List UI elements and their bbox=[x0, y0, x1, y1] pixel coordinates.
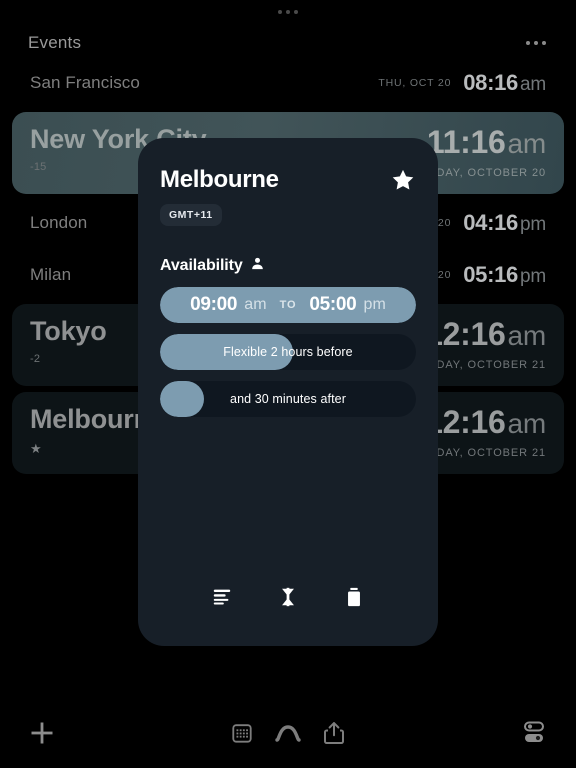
time-range-separator: TO bbox=[279, 299, 297, 311]
city-meridiem: am bbox=[520, 74, 546, 95]
timezone-badge: GMT+11 bbox=[160, 204, 222, 226]
trash-icon[interactable] bbox=[343, 586, 365, 608]
city-name: Milan bbox=[30, 265, 72, 284]
flexible-after-label: and 30 minutes after bbox=[230, 392, 346, 406]
flexible-after-slider[interactable]: and 30 minutes after bbox=[160, 381, 416, 417]
end-time: 05:00 bbox=[309, 294, 357, 315]
modal-action-bar bbox=[138, 586, 438, 608]
city-meridiem: pm bbox=[520, 214, 546, 235]
city-offset: -2 bbox=[30, 353, 41, 365]
flexible-before-label: Flexible 2 hours before bbox=[223, 345, 353, 359]
city-row-left: San Francisco bbox=[30, 73, 140, 93]
city-time: 05:16 bbox=[463, 262, 518, 287]
collapse-vertical-icon[interactable] bbox=[277, 586, 299, 608]
city-meridiem: pm bbox=[520, 266, 546, 287]
person-icon bbox=[250, 256, 265, 276]
bottom-center-actions bbox=[0, 721, 576, 745]
availability-header: Availability bbox=[160, 256, 416, 276]
calendar-icon[interactable] bbox=[231, 722, 253, 744]
settings-sliders-icon[interactable] bbox=[520, 720, 548, 746]
start-time: 09:00 bbox=[190, 294, 238, 315]
time-range-label: 09:00 am TO 05:00 pm bbox=[160, 287, 416, 323]
city-name: San Francisco bbox=[30, 73, 140, 92]
city-detail-modal: Melbourne GMT+11 Availability 09:00 am TO… bbox=[138, 138, 438, 646]
city-time-line: THU, OCT 20 08:16 am bbox=[378, 70, 546, 96]
app-root: Events San Francisco THU, OCT 20 08:16 am Ne… bbox=[0, 0, 576, 768]
drag-dots-icon[interactable] bbox=[0, 4, 576, 20]
city-time: 11:16 bbox=[426, 124, 506, 160]
city-name: London bbox=[30, 213, 88, 232]
modal-title: Melbourne bbox=[160, 166, 279, 193]
availability-time-range-slider[interactable]: 09:00 am TO 05:00 pm bbox=[160, 287, 416, 323]
city-row-right: THU, OCT 20 08:16 am bbox=[378, 70, 546, 96]
page-header: Events bbox=[0, 26, 576, 60]
city-row-left: Tokyo -2 bbox=[30, 316, 107, 365]
city-date-short: THU, OCT 20 bbox=[378, 77, 452, 89]
more-horizontal-icon[interactable] bbox=[524, 35, 548, 51]
start-meridiem: am bbox=[244, 296, 267, 313]
end-meridiem: pm bbox=[363, 296, 386, 313]
bottom-toolbar bbox=[0, 698, 576, 768]
page-title: Events bbox=[28, 33, 82, 52]
city-name: Tokyo bbox=[30, 316, 107, 346]
city-time: 04:16 bbox=[463, 210, 518, 235]
city-meridiem: am bbox=[507, 320, 547, 351]
plus-icon[interactable] bbox=[28, 719, 56, 747]
city-row-left: London bbox=[30, 213, 87, 233]
city-meridiem: am bbox=[507, 128, 547, 159]
city-time-line: 12:16 am bbox=[425, 316, 546, 353]
city-time-line: 11:16 am bbox=[427, 124, 546, 161]
availability-label: Availability bbox=[160, 257, 243, 274]
city-time: 08:16 bbox=[463, 70, 518, 95]
share-icon[interactable] bbox=[323, 721, 345, 745]
city-meridiem: am bbox=[507, 408, 547, 439]
notes-icon[interactable] bbox=[211, 586, 233, 608]
flexible-before-slider[interactable]: Flexible 2 hours before bbox=[160, 334, 416, 370]
modal-header: Melbourne bbox=[160, 166, 416, 194]
city-time-line: 12:16 am bbox=[425, 404, 546, 441]
star-filled-icon[interactable] bbox=[390, 167, 416, 193]
city-row[interactable]: San Francisco THU, OCT 20 08:16 am bbox=[12, 60, 564, 106]
arch-curve-icon[interactable] bbox=[275, 722, 301, 744]
city-row-left: Milan bbox=[30, 265, 71, 285]
